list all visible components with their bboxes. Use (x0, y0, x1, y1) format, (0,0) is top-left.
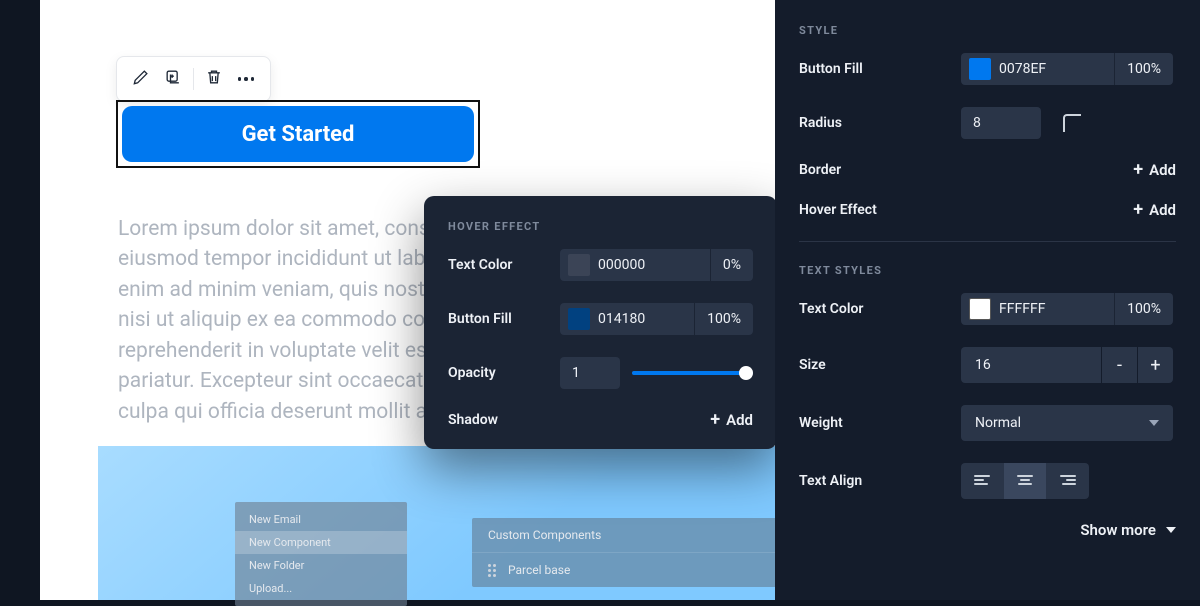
duplicate-button[interactable] (157, 63, 189, 95)
component-row[interactable]: Parcel base (472, 552, 802, 587)
plus-icon: + (1133, 201, 1143, 219)
text-color-field[interactable]: 000000 0% (560, 249, 753, 281)
pencil-icon (131, 67, 151, 91)
radius-input[interactable]: 8 (961, 107, 1041, 139)
text-color-label: Text Color (799, 301, 947, 317)
button-fill-field[interactable]: 0078EF 100% (961, 53, 1173, 85)
menu-item[interactable]: New Email (235, 508, 407, 531)
slider-thumb[interactable] (739, 366, 753, 380)
border-label: Border (799, 162, 947, 178)
toolbar-divider (193, 68, 194, 90)
add-shadow-button[interactable]: + Add (710, 411, 753, 429)
trash-icon (204, 67, 224, 91)
text-align-label: Text Align (799, 473, 947, 489)
color-swatch (568, 254, 590, 276)
chevron-down-icon (1166, 527, 1176, 533)
align-right-icon (1060, 475, 1076, 487)
cta-button[interactable]: Get Started (122, 106, 474, 162)
text-styles-section-label: TEXT STYLES (799, 264, 1176, 277)
text-align-group (961, 463, 1089, 499)
selection-toolbar (116, 56, 271, 102)
selected-element-frame[interactable]: Get Started (116, 100, 480, 168)
button-fill-label: Button Fill (799, 61, 947, 77)
corner-radius-icon[interactable] (1063, 114, 1081, 132)
add-hover-effect-button[interactable]: + Add (1133, 201, 1176, 219)
add-label: Add (1149, 161, 1176, 179)
color-swatch (969, 58, 991, 80)
opacity-input[interactable]: 1 (560, 357, 620, 389)
button-fill-pct: 100% (1114, 53, 1173, 85)
text-color-pct: 100% (1114, 293, 1173, 325)
drag-handle-icon (488, 564, 496, 577)
text-color-label: Text Color (448, 257, 548, 273)
size-label: Size (799, 357, 947, 373)
more-button[interactable] (230, 63, 262, 95)
cta-button-label: Get Started (242, 122, 355, 147)
add-label: Add (1149, 201, 1176, 219)
plus-icon: + (1133, 161, 1143, 179)
component-row-label: Parcel base (508, 563, 570, 577)
add-label: Add (726, 411, 753, 429)
menu-item[interactable]: New Folder (235, 554, 407, 577)
weight-value: Normal (975, 415, 1021, 431)
button-fill-label: Button Fill (448, 311, 548, 327)
text-color-hex: FFFFFF (999, 301, 1114, 317)
button-fill-hex: 014180 (598, 311, 694, 327)
button-fill-pct: 100% (694, 303, 753, 335)
button-fill-field[interactable]: 014180 100% (560, 303, 753, 335)
properties-sidebar: STYLE Button Fill 0078EF 100% Radius 8 B… (775, 0, 1200, 600)
slider-track (632, 371, 753, 375)
align-right-button[interactable] (1046, 463, 1089, 499)
plus-icon: + (710, 411, 720, 429)
components-header-label: Custom Components (488, 528, 601, 542)
add-border-button[interactable]: + Add (1133, 161, 1176, 179)
shadow-label: Shadow (448, 412, 548, 428)
context-menu: New Email New Component New Folder Uploa… (235, 502, 407, 606)
size-stepper: 16 - + (961, 347, 1173, 383)
text-color-hex: 000000 (598, 257, 710, 273)
color-swatch (969, 298, 991, 320)
color-swatch (568, 308, 590, 330)
weight-select[interactable]: Normal (961, 405, 1173, 441)
align-center-icon (1017, 475, 1033, 487)
align-center-button[interactable] (1004, 463, 1047, 499)
hover-effect-popup: HOVER EFFECT Text Color 000000 0% Button… (424, 196, 777, 449)
chevron-down-icon (1149, 420, 1159, 426)
align-left-icon (974, 475, 990, 487)
radius-label: Radius (799, 115, 947, 131)
size-decrease-button[interactable]: - (1101, 347, 1137, 383)
more-icon (238, 77, 255, 81)
delete-button[interactable] (198, 63, 230, 95)
menu-item[interactable]: Upload... (235, 577, 407, 600)
hover-effect-label: Hover Effect (799, 202, 947, 218)
components-panel: Custom Components Parcel base (472, 518, 802, 587)
text-color-pct: 0% (710, 249, 753, 281)
opacity-slider[interactable] (632, 365, 753, 381)
popup-title: HOVER EFFECT (448, 220, 753, 233)
align-left-button[interactable] (961, 463, 1004, 499)
opacity-label: Opacity (448, 365, 548, 381)
size-increase-button[interactable]: + (1137, 347, 1173, 383)
menu-item[interactable]: New Component (235, 531, 407, 554)
show-more-label: Show more (1080, 521, 1156, 539)
size-value[interactable]: 16 (961, 357, 1101, 373)
text-color-field[interactable]: FFFFFF 100% (961, 293, 1173, 325)
style-section-label: STYLE (799, 24, 1176, 37)
section-divider (799, 241, 1176, 242)
button-fill-hex: 0078EF (999, 61, 1114, 77)
edit-button[interactable] (125, 63, 157, 95)
show-more-button[interactable]: Show more (799, 521, 1176, 539)
components-header[interactable]: Custom Components (472, 518, 802, 552)
weight-label: Weight (799, 415, 947, 431)
duplicate-icon (163, 67, 183, 91)
